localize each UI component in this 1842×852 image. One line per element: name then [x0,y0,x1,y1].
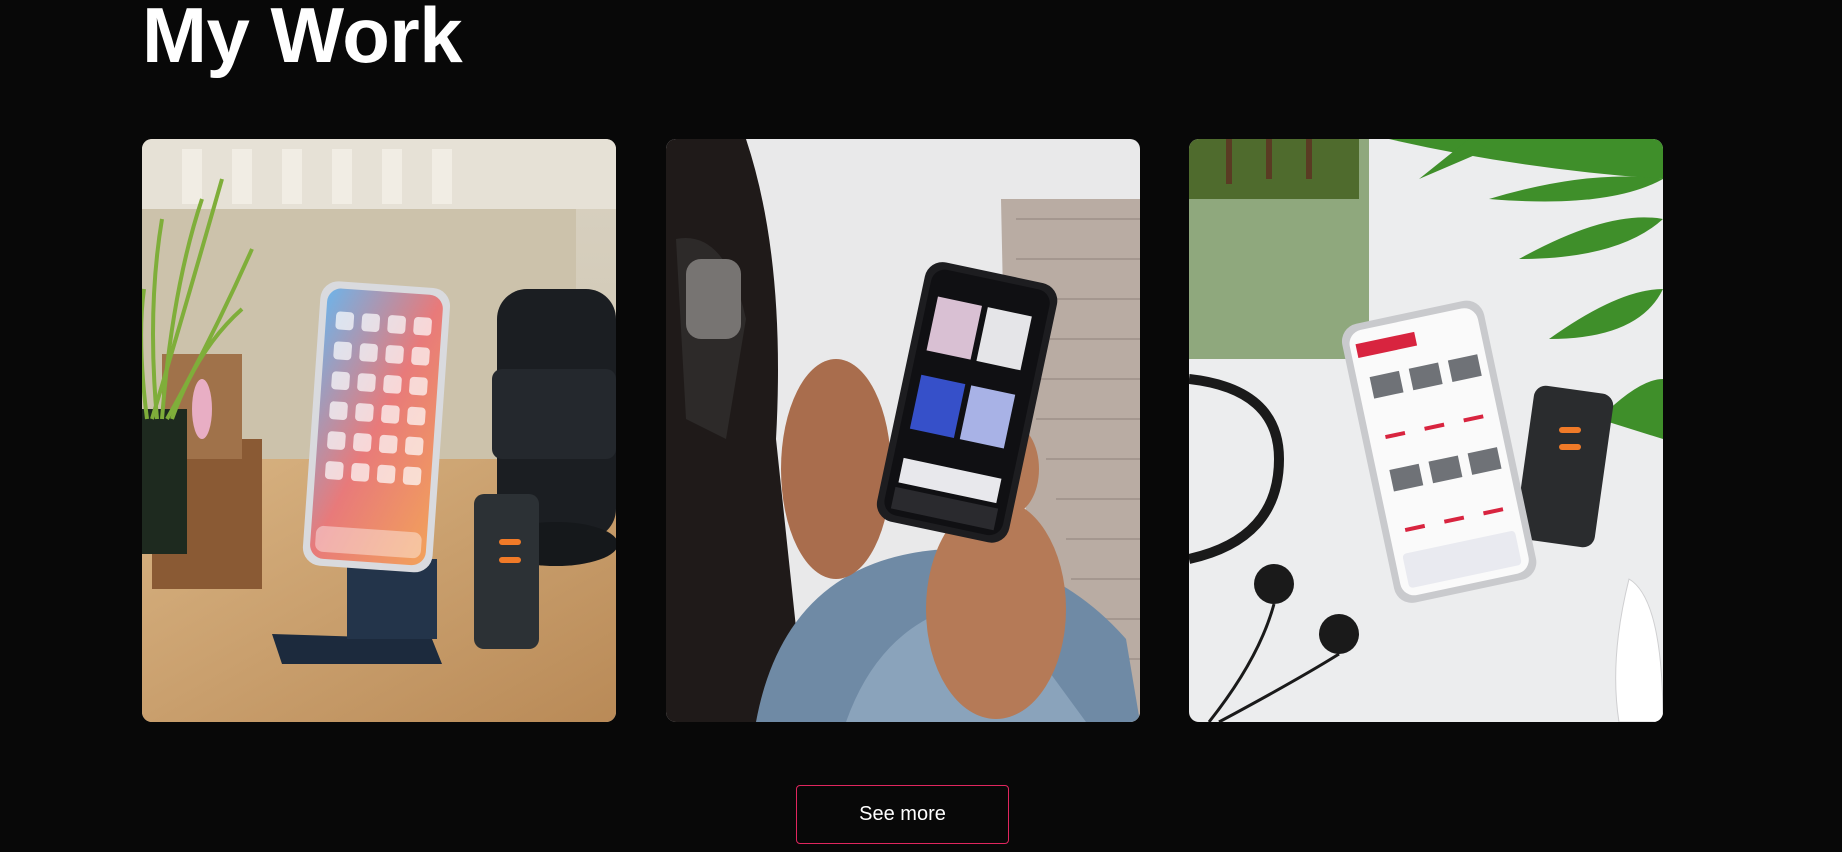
see-more-button[interactable]: See more [796,785,1009,844]
phone-store-app-with-earbuds-photo [1189,139,1663,722]
project-card-3[interactable] [1189,139,1663,722]
project-card-2[interactable] [666,139,1140,722]
section-title: My Work [142,0,463,79]
project-card-1[interactable] [142,139,616,722]
phone-on-stand-photo [142,139,616,722]
hands-holding-phone-music-app-photo [666,139,1140,722]
